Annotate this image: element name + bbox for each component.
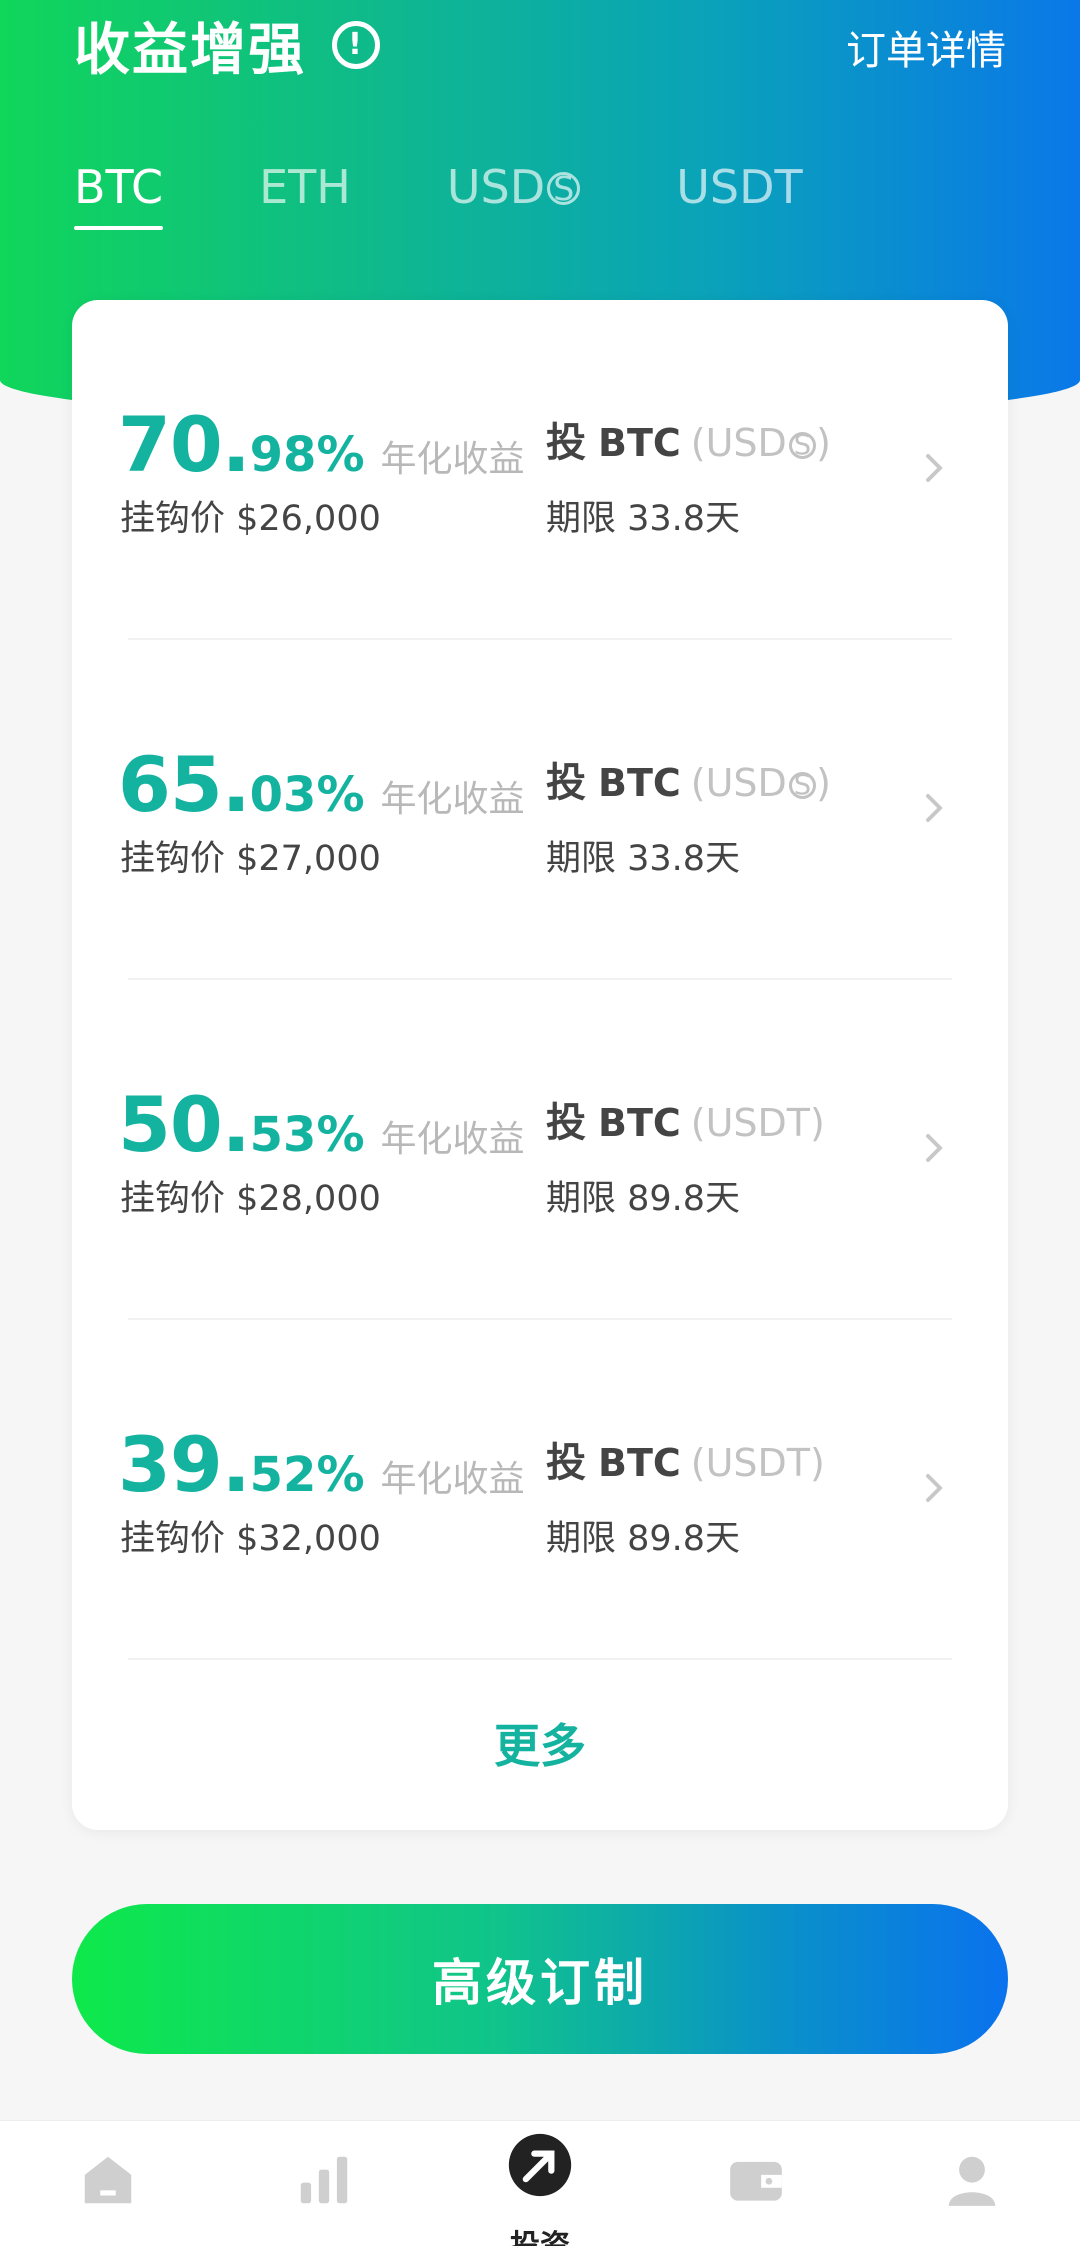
tab-eth[interactable]: ETH — [259, 160, 351, 226]
nav-wallet[interactable] — [696, 2121, 816, 2246]
tab-usds[interactable]: USD S — [447, 160, 581, 226]
tab-usdt[interactable]: USDT — [676, 160, 802, 226]
term: 期限 89.8天 — [546, 1179, 741, 1219]
product-row[interactable]: 39. 52% 年化收益 挂钩价 $32,000 投 BTC (USDT) 期限 89… — [72, 1320, 1008, 1660]
nav-profile[interactable] — [912, 2121, 1032, 2246]
nav-invest[interactable]: 投资 — [480, 2121, 600, 2246]
annual-yield: 39. 52% 年化收益 — [118, 1420, 525, 1509]
advanced-custom-button[interactable]: 高级订制 — [72, 1904, 1008, 2054]
invest-icon — [508, 2133, 572, 2197]
invest-pair: 投 BTC (USDT) — [546, 1440, 825, 1486]
tab-btc[interactable]: BTC — [74, 160, 164, 230]
info-icon[interactable]: ! — [332, 21, 380, 69]
nav-home[interactable] — [48, 2121, 168, 2246]
invest-pair: 投 BTC (USD S) — [546, 420, 831, 466]
yield-label: 年化收益 — [380, 779, 525, 820]
annual-yield: 50. 53% 年化收益 — [118, 1080, 525, 1169]
annual-yield: 65. 03% 年化收益 — [118, 740, 525, 829]
page-title: 收益增强 — [74, 17, 306, 83]
strike-price: 挂钩价 $32,000 — [120, 1519, 381, 1559]
product-row[interactable]: 50. 53% 年化收益 挂钩价 $28,000 投 BTC (USDT) 期限 89… — [72, 980, 1008, 1320]
chevron-right-icon — [926, 1134, 943, 1162]
usds-symbol: S — [547, 169, 581, 208]
product-row[interactable]: 70. 98% 年化收益 挂钩价 $26,000 投 BTC (USD S) 期限 33… — [72, 300, 1008, 640]
profile-icon — [948, 2156, 996, 2206]
chevron-right-icon — [926, 454, 943, 482]
strike-price: 挂钩价 $27,000 — [120, 839, 381, 879]
strike-price: 挂钩价 $26,000 — [120, 499, 381, 539]
annual-yield: 70. 98% 年化收益 — [118, 400, 525, 489]
chevron-right-icon — [926, 1474, 943, 1502]
nav-invest-label: 投资 — [480, 2221, 600, 2246]
invest-pair: 投 BTC (USDT) — [546, 1100, 825, 1146]
strike-price: 挂钩价 $28,000 — [120, 1179, 381, 1219]
wallet-icon — [730, 2161, 782, 2201]
bottom-nav: 投资 — [0, 2120, 1080, 2246]
order-details-link[interactable]: 订单详情 — [846, 18, 1006, 76]
divider — [128, 1658, 952, 1660]
markets-icon — [300, 2156, 348, 2204]
term: 期限 33.8天 — [546, 839, 741, 879]
yield-label: 年化收益 — [380, 1459, 525, 1500]
invest-pair: 投 BTC (USD S) — [546, 760, 831, 806]
chevron-right-icon — [926, 794, 943, 822]
term: 期限 89.8天 — [546, 1519, 741, 1559]
home-icon — [84, 2156, 132, 2204]
yield-label: 年化收益 — [380, 439, 525, 480]
nav-markets[interactable] — [264, 2121, 384, 2246]
products-card: 70. 98% 年化收益 挂钩价 $26,000 投 BTC (USD S) 期限 33… — [72, 300, 1008, 1830]
page-title-group: 收益增强 ! — [74, 10, 380, 83]
yield-label: 年化收益 — [380, 1119, 525, 1160]
term: 期限 33.8天 — [546, 499, 741, 539]
asset-tabs: BTC ETH USD S USDT — [74, 160, 899, 230]
product-row[interactable]: 65. 03% 年化收益 挂钩价 $27,000 投 BTC (USD S) 期限 33… — [72, 640, 1008, 980]
more-button[interactable]: 更多 — [72, 1710, 1008, 1776]
